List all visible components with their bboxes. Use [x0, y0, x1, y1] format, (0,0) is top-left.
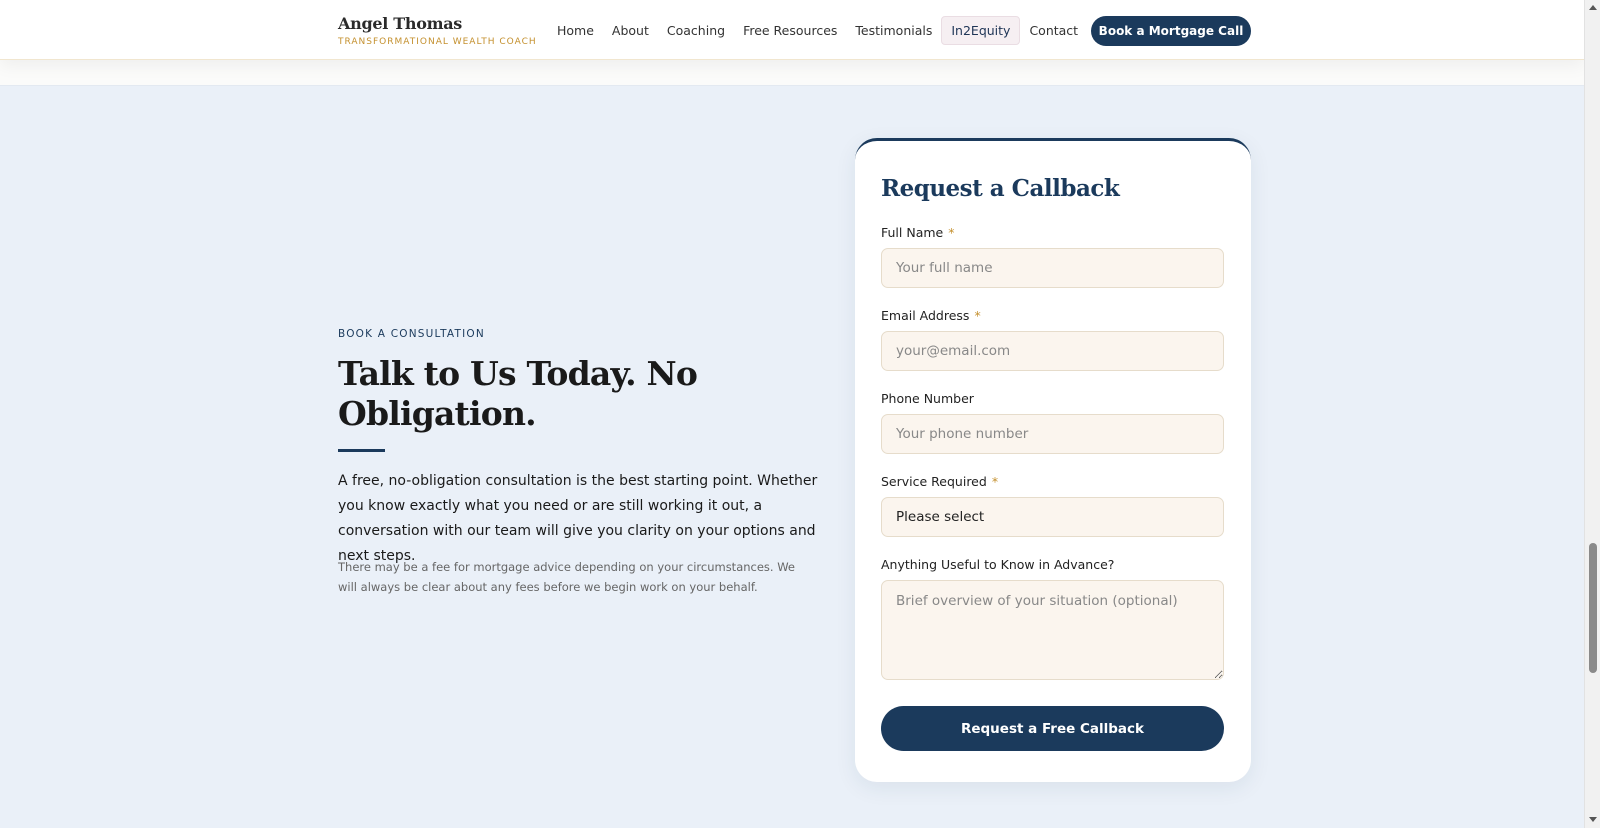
- service-select[interactable]: Please select: [881, 497, 1224, 537]
- vertical-scrollbar[interactable]: [1584, 0, 1600, 828]
- service-label: Service Required *: [881, 474, 998, 489]
- required-mark: *: [974, 308, 981, 323]
- nav-about[interactable]: About: [603, 17, 658, 44]
- phone-input[interactable]: [881, 414, 1224, 454]
- required-mark: *: [991, 474, 999, 489]
- scrollbar-thumb[interactable]: [1589, 543, 1597, 673]
- page: Angel Thomas TRANSFORMATIONAL WEALTH COA…: [0, 0, 1584, 828]
- phone-label: Phone Number: [881, 391, 974, 406]
- email-label: Email Address *: [881, 308, 981, 323]
- headline-divider: [338, 449, 385, 452]
- brand-tagline: TRANSFORMATIONAL WEALTH COACH: [338, 37, 537, 47]
- full-name-input[interactable]: [881, 248, 1224, 288]
- request-callback-button[interactable]: Request a Free Callback: [881, 706, 1224, 751]
- callback-form: Request a Callback Full Name * Email Addr…: [855, 138, 1251, 782]
- nav-testimonials[interactable]: Testimonials: [846, 17, 941, 44]
- notes-label: Anything Useful to Know in Advance?: [881, 557, 1115, 572]
- full-name-label-text: Full Name: [881, 225, 944, 240]
- nav-in2equity[interactable]: In2Equity: [941, 16, 1021, 45]
- header-shadow-band: [0, 60, 1584, 86]
- email-input[interactable]: [881, 331, 1224, 371]
- main-nav: Home About Coaching Free Resources Testi…: [548, 16, 1087, 45]
- fee-disclaimer: There may be a fee for mortgage advice d…: [338, 560, 796, 594]
- book-mortgage-call-button[interactable]: Book a Mortgage Call: [1091, 16, 1251, 46]
- service-label-text: Service Required: [881, 474, 987, 489]
- nav-coaching[interactable]: Coaching: [658, 17, 734, 44]
- section-eyebrow: BOOK A CONSULTATION: [338, 328, 485, 340]
- site-header: Angel Thomas TRANSFORMATIONAL WEALTH COA…: [0, 0, 1584, 60]
- nav-free-resources[interactable]: Free Resources: [734, 17, 846, 44]
- required-mark: *: [948, 225, 955, 240]
- scroll-down-arrow-icon[interactable]: [1589, 817, 1597, 822]
- nav-home[interactable]: Home: [548, 17, 603, 44]
- form-title: Request a Callback: [881, 175, 1120, 202]
- brand-logo[interactable]: Angel Thomas TRANSFORMATIONAL WEALTH COA…: [338, 14, 537, 47]
- scroll-up-arrow-icon[interactable]: [1589, 5, 1597, 10]
- full-name-label: Full Name *: [881, 225, 954, 240]
- email-label-text: Email Address: [881, 308, 970, 323]
- brand-name: Angel Thomas: [338, 14, 462, 33]
- notes-textarea[interactable]: [881, 580, 1224, 680]
- section-headline: Talk to Us Today. No Obligation.: [338, 354, 698, 433]
- section-lead-text: A free, no-obligation consultation is th…: [338, 473, 818, 564]
- nav-contact[interactable]: Contact: [1020, 17, 1087, 44]
